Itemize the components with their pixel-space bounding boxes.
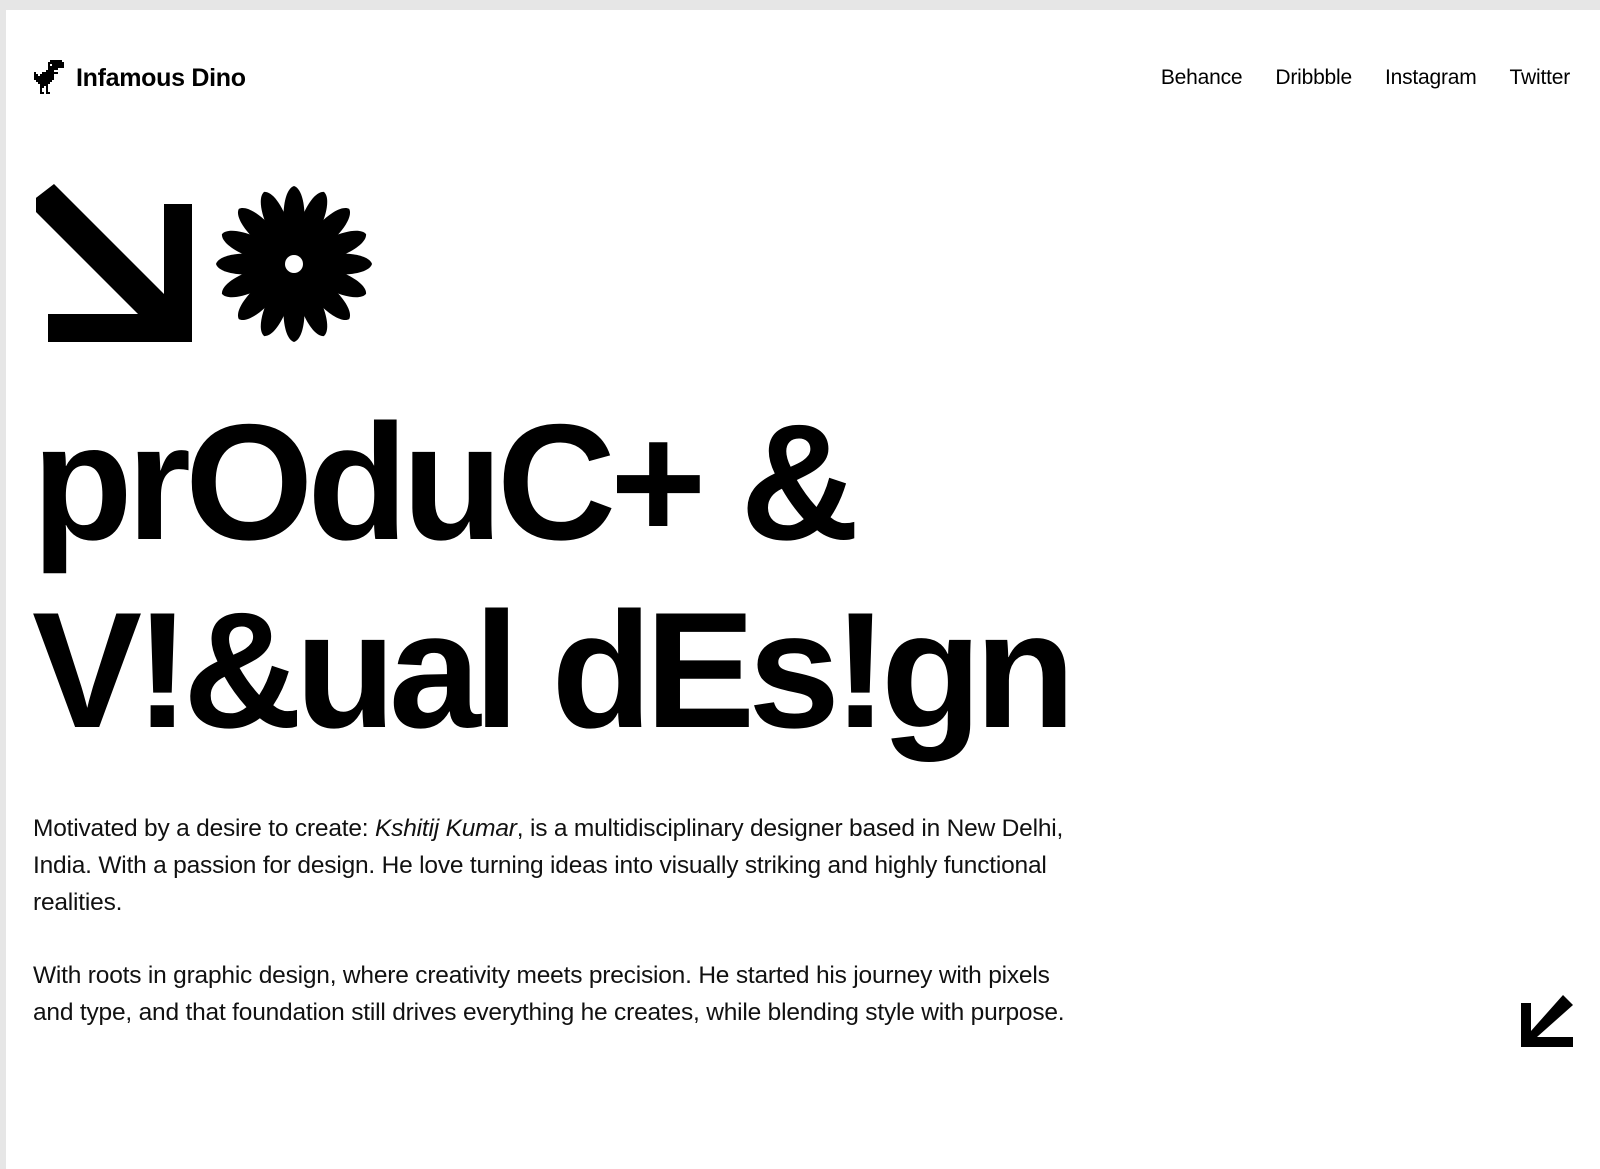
site-header: Infamous Dino Behance Dribbble Instagram… (32, 50, 1570, 106)
headline-line-2: V!&ual dEs!gn (32, 578, 1076, 762)
flower-icon (216, 186, 372, 342)
designer-name: Kshitij Kumar (375, 815, 517, 842)
nav-link-twitter[interactable]: Twitter (1510, 66, 1571, 90)
page: Infamous Dino Behance Dribbble Instagram… (6, 10, 1600, 1169)
social-nav: Behance Dribbble Instagram Twitter (1161, 66, 1570, 90)
bio: Motivated by a desire to create: Kshitij… (33, 810, 1093, 1067)
dino-icon (34, 60, 64, 94)
arrow-down-right-icon (36, 184, 192, 342)
bio-paragraph-1: Motivated by a desire to create: Kshitij… (33, 810, 1093, 921)
nav-link-instagram[interactable]: Instagram (1385, 66, 1477, 90)
headline-line-1: prOduC+ & (32, 390, 859, 574)
brand-name: Infamous Dino (76, 63, 246, 92)
bio-paragraph-2: With roots in graphic design, where crea… (33, 962, 1065, 1026)
nav-link-dribbble[interactable]: Dribbble (1275, 66, 1352, 90)
brand-link[interactable]: Infamous Dino (32, 60, 246, 96)
nav-link-behance[interactable]: Behance (1161, 66, 1243, 90)
arrow-down-left-icon[interactable] (1521, 995, 1573, 1047)
bio-intro: Motivated by a desire to create: (33, 815, 376, 842)
